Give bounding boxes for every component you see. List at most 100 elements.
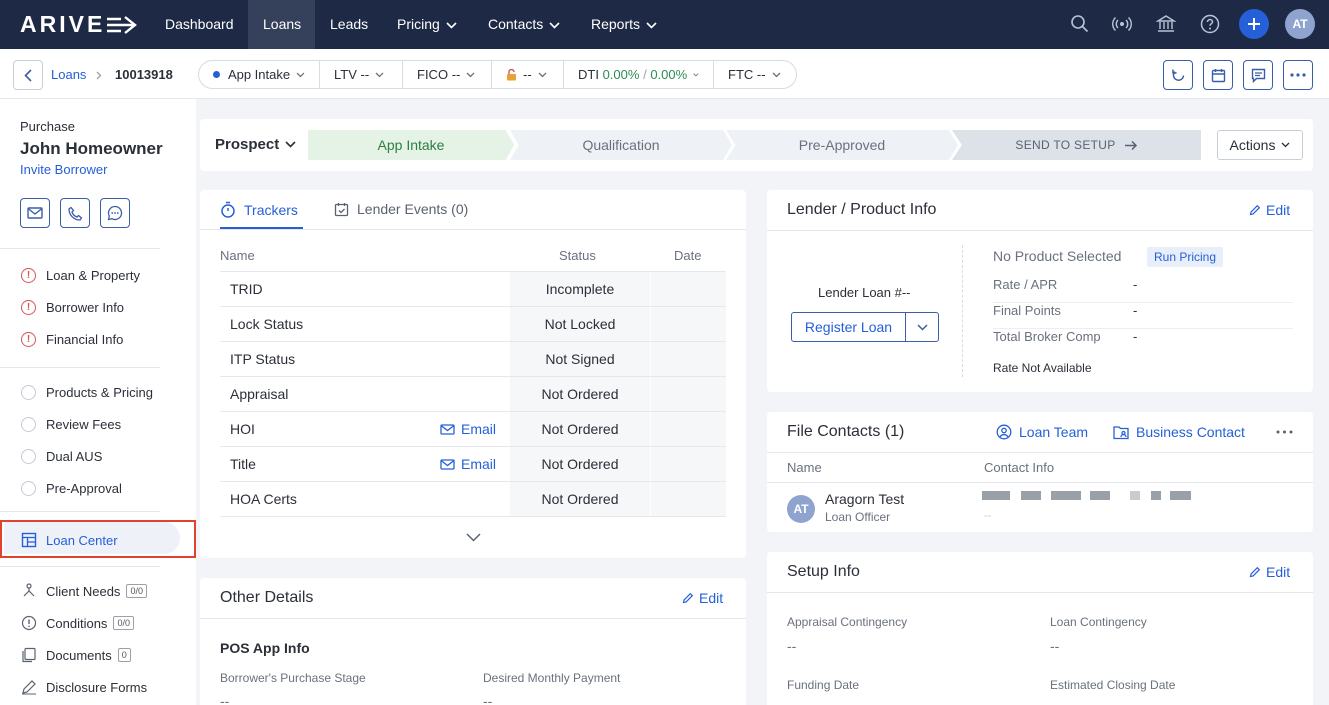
actions-dropdown[interactable]: Actions (1217, 130, 1303, 160)
sidebar-item-products-pricing[interactable]: Products & Pricing (20, 382, 153, 402)
sidebar-item-disclosure-forms[interactable]: Disclosure Forms (20, 677, 147, 697)
tracker-row[interactable]: Title Email Not Ordered (220, 446, 726, 481)
app-logo[interactable]: ARIVE (20, 11, 141, 38)
bank-icon[interactable] (1156, 14, 1176, 34)
nav-reports[interactable]: Reports (576, 0, 672, 49)
ltv-pill[interactable]: LTV -- (320, 61, 403, 88)
contact-name[interactable]: Aragorn Test (825, 491, 904, 507)
tracker-row[interactable]: Appraisal Not Ordered (220, 376, 726, 411)
user-avatar[interactable]: AT (1285, 9, 1315, 39)
tracker-row[interactable]: ITP Status Not Signed (220, 341, 726, 376)
tracker-row[interactable]: HOA Certs Not Ordered (220, 481, 726, 517)
broadcast-icon[interactable] (1112, 14, 1132, 34)
register-loan-dropdown[interactable] (906, 313, 938, 341)
run-pricing-button[interactable]: Run Pricing (1147, 247, 1224, 267)
lock-pill[interactable]: -- (492, 61, 564, 88)
tracker-status: Not Signed (510, 342, 650, 376)
add-button[interactable] (1239, 9, 1269, 39)
setup-info-title: Setup Info (787, 563, 860, 580)
column-name: Name (220, 248, 255, 263)
redacted-contact-info (1130, 491, 1140, 500)
redacted-contact-info (982, 491, 1010, 500)
circle-icon (20, 384, 37, 401)
tracker-date (651, 412, 726, 446)
tab-trackers[interactable]: Trackers (220, 201, 298, 218)
mail-icon (27, 207, 43, 219)
dti-pill[interactable]: DTI 0.00% / 0.00% (564, 61, 714, 88)
fico-pill[interactable]: FICO -- (403, 61, 492, 88)
sidebar-item-borrower-info[interactable]: ! Borrower Info (20, 297, 124, 317)
sidebar-item-loan-property[interactable]: ! Loan & Property (20, 265, 140, 285)
sidebar-item-review-fees[interactable]: Review Fees (20, 414, 121, 434)
send-to-setup-button[interactable]: SEND TO SETUP (952, 130, 1201, 160)
refresh-button[interactable] (1163, 60, 1193, 90)
comments-button[interactable] (1243, 60, 1273, 90)
prospect-dropdown[interactable]: Prospect (215, 136, 296, 153)
nav-leads[interactable]: Leads (315, 0, 383, 49)
column-status: Status (559, 248, 596, 263)
actions-label: Actions (1229, 137, 1276, 153)
nav-pricing[interactable]: Pricing (382, 0, 472, 49)
left-sidebar: Purchase John Homeowner Invite Borrower … (0, 99, 196, 705)
tab-lender-events[interactable]: Lender Events (0) (334, 201, 468, 217)
chevron-left-icon (24, 68, 32, 82)
breadcrumb-loans[interactable]: Loans (51, 67, 86, 82)
sidebar-item-dual-aus[interactable]: Dual AUS (20, 446, 102, 466)
invite-borrower-link[interactable]: Invite Borrower (20, 162, 107, 177)
nav-dashboard[interactable]: Dashboard (150, 0, 249, 49)
ftc-pill[interactable]: FTC -- (714, 61, 796, 88)
sidebar-item-pre-approval[interactable]: Pre-Approval (20, 478, 122, 498)
more-button[interactable] (1283, 60, 1313, 90)
prospect-label: Prospect (215, 136, 280, 153)
business-contact-button[interactable]: Business Contact (1113, 424, 1245, 440)
back-button[interactable] (13, 60, 43, 90)
other-details-edit-button[interactable]: Edit (682, 590, 723, 606)
tracker-name: Title (230, 456, 256, 472)
redacted-contact-info (1170, 491, 1191, 500)
documents-icon (20, 647, 37, 664)
email-button[interactable] (20, 198, 50, 228)
tracker-date (651, 307, 726, 341)
tracker-row[interactable]: Lock Status Not Locked (220, 306, 726, 341)
search-icon[interactable] (1070, 14, 1090, 34)
stage-app-intake[interactable]: App Intake (308, 130, 514, 160)
lock-value: -- (523, 67, 532, 82)
sidebar-item-client-needs[interactable]: Client Needs 0/0 (20, 581, 147, 601)
broker-comp-row: Total Broker Comp - (993, 329, 1293, 355)
tracker-row[interactable]: HOI Email Not Ordered (220, 411, 726, 446)
chat-icon (1251, 68, 1265, 83)
nav-contacts-label: Contacts (488, 16, 544, 32)
chevron-down-icon[interactable] (466, 533, 481, 542)
pencil-icon (682, 592, 694, 604)
lender-edit-button[interactable]: Edit (1249, 202, 1290, 218)
loan-subbar: Loans 10013918 App Intake LTV -- FICO --… (0, 49, 1329, 99)
more-horizontal-icon[interactable] (1276, 430, 1293, 434)
email-link[interactable]: Email (440, 456, 496, 472)
sidebar-item-label: Conditions (46, 615, 108, 631)
nav-loans[interactable]: Loans (248, 0, 315, 49)
rate-not-available: Rate Not Available (993, 361, 1092, 375)
email-link[interactable]: Email (440, 421, 496, 437)
sidebar-item-label: Products & Pricing (46, 384, 153, 400)
sidebar-item-conditions[interactable]: Conditions 0/0 (20, 613, 134, 633)
calendar-button[interactable] (1203, 60, 1233, 90)
tracker-row[interactable]: TRID Incomplete (220, 271, 726, 306)
other-details-card: Other Details Edit POS App Info Borrower… (200, 578, 746, 705)
ftc-label: FTC (728, 67, 754, 82)
stage-pill[interactable]: App Intake (199, 61, 320, 88)
setup-edit-button[interactable]: Edit (1249, 564, 1290, 580)
stage-pre-approved[interactable]: Pre-Approved (726, 130, 958, 160)
message-button[interactable] (100, 198, 130, 228)
chevron-down-icon (549, 22, 560, 29)
phone-button[interactable] (60, 198, 90, 228)
help-icon[interactable] (1200, 14, 1220, 34)
tab-trackers-label: Trackers (244, 201, 298, 218)
stage-qualification[interactable]: Qualification (510, 130, 732, 160)
nav-contacts[interactable]: Contacts (473, 0, 575, 49)
final-points-value: - (1133, 303, 1138, 318)
sidebar-item-financial-info[interactable]: ! Financial Info (20, 329, 123, 349)
register-loan-button[interactable]: Register Loan (791, 312, 939, 342)
sidebar-item-documents[interactable]: Documents 0 (20, 645, 131, 665)
loan-summary-pills: App Intake LTV -- FICO -- -- DTI 0.00% /… (198, 60, 797, 89)
loan-team-button[interactable]: Loan Team (996, 424, 1088, 440)
